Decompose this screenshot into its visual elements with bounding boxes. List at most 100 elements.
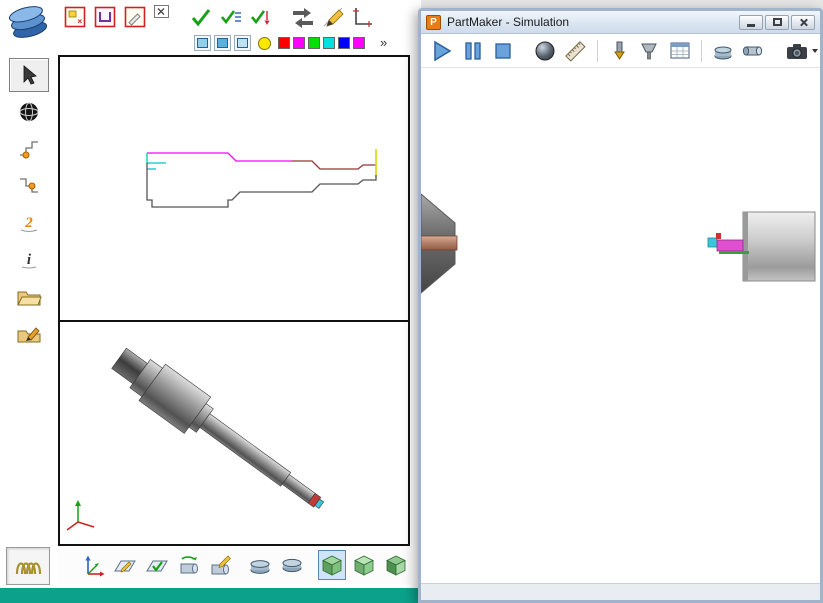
corner-dimension-icon — [353, 8, 372, 27]
contour-pick-alt-icon — [20, 178, 38, 193]
swap-arrows-button[interactable] — [290, 4, 316, 30]
maximize-icon — [772, 18, 782, 26]
close-doc-button[interactable] — [152, 3, 172, 23]
stock-disk-icon — [282, 558, 302, 573]
close-icon — [799, 18, 808, 27]
verify-plane-button[interactable] — [143, 550, 171, 580]
corner-dimension-button[interactable] — [350, 4, 376, 30]
cylinder-edit-icon — [211, 555, 231, 575]
snapshot-dropdown-icon[interactable] — [811, 48, 818, 53]
fill-style-2-chip — [217, 38, 228, 48]
stock-disks-icon — [250, 560, 270, 574]
palette-more-button[interactable]: » — [380, 36, 387, 50]
pattern-save-button[interactable] — [92, 4, 118, 30]
profile-viewport[interactable] — [58, 55, 410, 322]
fill-style-1-chip — [197, 38, 208, 48]
tool-insert-button[interactable] — [606, 37, 632, 65]
axes-view-button[interactable] — [79, 550, 107, 580]
iso-view-alt2-button[interactable] — [382, 550, 410, 580]
iso-view-shaded-button[interactable] — [318, 550, 346, 580]
measure-ruler-icon — [565, 40, 587, 62]
cylinder-rotate-button[interactable] — [175, 550, 203, 580]
color-swatch-blue[interactable] — [338, 37, 350, 49]
spring-coil-tool-button[interactable] — [6, 547, 50, 585]
iso-view-alt2-icon — [386, 555, 406, 576]
select-arrow-icon — [23, 65, 37, 85]
process-grid-icon — [670, 42, 690, 58]
simulation-canvas[interactable] — [421, 68, 820, 583]
sub-spindle — [742, 211, 816, 282]
color-swatch-magenta[interactable] — [293, 37, 305, 49]
current-color-indicator[interactable] — [258, 36, 271, 50]
fill-style-1-button[interactable] — [194, 35, 211, 51]
info-glyph: i — [27, 252, 32, 268]
tool-holder-button[interactable] — [636, 37, 662, 65]
snapshot-camera-button[interactable] — [782, 37, 820, 65]
simulation-titlebar[interactable]: P PartMaker - Simulation — [421, 11, 820, 34]
contour-pick-tool-button[interactable] — [9, 132, 49, 166]
color-swatch-red[interactable] — [278, 37, 290, 49]
status-bar — [0, 588, 421, 603]
open-folder-tool-button[interactable] — [9, 280, 49, 314]
slope-edit-icon — [323, 7, 344, 27]
two-axis-tool-button[interactable]: 2 — [9, 206, 49, 240]
spring-coil-icon — [15, 562, 42, 575]
verify-check-button[interactable] — [188, 4, 214, 30]
measure-ruler-button[interactable] — [562, 37, 588, 65]
partmaker-app-icon: P — [426, 14, 441, 30]
fill-style-2-button[interactable] — [214, 35, 231, 51]
pause-button[interactable] — [459, 37, 485, 65]
color-swatch-green[interactable] — [308, 37, 320, 49]
info-tool-button[interactable]: i — [9, 243, 49, 277]
contour-pick-alt-tool-button[interactable] — [9, 169, 49, 203]
slope-edit-button[interactable] — [320, 4, 346, 30]
minimize-button[interactable] — [739, 14, 763, 30]
stock-disk-button[interactable] — [278, 550, 306, 580]
play-button[interactable] — [429, 37, 455, 65]
toolbar-separator — [700, 39, 702, 62]
cylinder-edit-button[interactable] — [207, 550, 235, 580]
axes-triad — [66, 500, 95, 531]
solid-viewport[interactable] — [58, 320, 410, 546]
stop-icon — [495, 42, 511, 59]
verify-update-button[interactable] — [248, 4, 274, 30]
pattern-edit-icon — [124, 6, 146, 28]
chuck-icon — [742, 46, 762, 55]
fill-style-3-button[interactable] — [234, 35, 251, 51]
snapshot-camera-icon — [786, 43, 807, 59]
stock-disks-button[interactable] — [710, 37, 736, 65]
rotate-view-tool-button[interactable] — [9, 95, 49, 129]
process-grid-button[interactable] — [667, 37, 693, 65]
pattern-doc-icon — [64, 6, 86, 28]
sketch-plane-button[interactable] — [111, 550, 139, 580]
verify-plane-icon — [146, 560, 168, 572]
select-tool-button[interactable] — [9, 58, 49, 92]
verify-list-button[interactable] — [218, 4, 244, 30]
window-controls — [739, 14, 815, 30]
stock-disks-button[interactable] — [246, 550, 274, 580]
close-doc-icon — [154, 5, 169, 18]
window-title: PartMaker - Simulation — [447, 15, 570, 29]
iso-view-alt-button[interactable] — [350, 550, 378, 580]
open-folder-icon — [17, 291, 42, 306]
view-sphere-button[interactable] — [532, 37, 558, 65]
main-spindle-chuck — [421, 193, 458, 294]
iso-view-shaded-icon — [322, 555, 342, 576]
color-swatch-magenta2[interactable] — [353, 37, 365, 49]
iso-view-alt-icon — [354, 555, 374, 576]
contour-pick-icon — [20, 141, 38, 159]
pattern-edit-button[interactable] — [122, 4, 148, 30]
pattern-doc-button[interactable] — [62, 4, 88, 30]
partmaker-logo — [2, 2, 56, 44]
simulation-toolbar — [421, 34, 820, 68]
stop-button[interactable] — [490, 37, 516, 65]
chuck-button[interactable] — [740, 37, 766, 65]
edit-folder-tool-button[interactable] — [9, 317, 49, 351]
info-icon: i — [21, 252, 37, 269]
edit-folder-icon — [17, 327, 41, 343]
maximize-button[interactable] — [765, 14, 789, 30]
color-toolbar: » — [194, 33, 387, 53]
main-toolbar-row1 — [62, 3, 376, 31]
color-swatch-cyan[interactable] — [323, 37, 335, 49]
close-button[interactable] — [791, 14, 815, 30]
